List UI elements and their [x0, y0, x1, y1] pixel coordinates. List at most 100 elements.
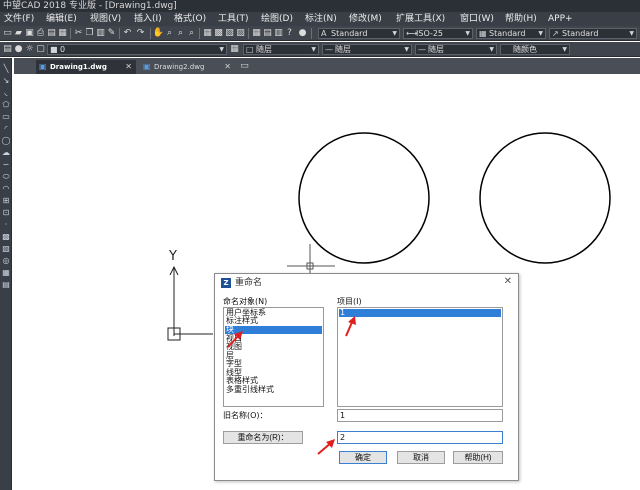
- multileader-style-combo[interactable]: ↗ Standard ▼: [549, 28, 637, 39]
- lineweight-value: 随层: [428, 45, 444, 54]
- help-button[interactable]: 帮助(H): [453, 451, 503, 464]
- save-icon[interactable]: ▣: [25, 28, 34, 38]
- menu-bar: 文件(F) 编辑(E) 视图(V) 插入(I) 格式(O) 工具(T) 绘图(D…: [0, 12, 640, 26]
- ellipse-arc-icon[interactable]: ◠: [1, 184, 11, 194]
- circle-entity-1[interactable]: [298, 132, 430, 264]
- menu-express[interactable]: 扩展工具(X): [396, 12, 445, 26]
- ok-button[interactable]: 确定: [339, 451, 387, 464]
- menu-app-plus[interactable]: APP+: [548, 12, 573, 26]
- cloud-icon[interactable]: ☁: [1, 148, 11, 158]
- color-combo[interactable]: □ 随层 ▼: [243, 44, 319, 55]
- menu-draw[interactable]: 绘图(D): [261, 12, 293, 26]
- list-item[interactable]: 标注样式: [225, 317, 322, 325]
- cancel-button[interactable]: 取消: [397, 451, 445, 464]
- help-icon[interactable]: ?: [285, 28, 294, 38]
- calculator-icon[interactable]: ▦: [252, 28, 261, 38]
- copy-icon[interactable]: ❐: [85, 28, 94, 38]
- region-icon[interactable]: ◎: [1, 256, 11, 266]
- close-icon[interactable]: ✕: [224, 60, 231, 74]
- rename-to-button[interactable]: 重命名为(R)：: [223, 431, 303, 444]
- menu-window[interactable]: 窗口(W): [460, 12, 494, 26]
- list-item-selected[interactable]: 1: [339, 309, 501, 317]
- menu-modify[interactable]: 修改(M): [349, 12, 382, 26]
- table-style-combo[interactable]: ▦ Standard ▼: [476, 28, 546, 39]
- circle-entity-2[interactable]: [479, 132, 611, 264]
- plot-style-combo[interactable]: 随颜色 ▼: [500, 44, 570, 55]
- print-icon[interactable]: ⎙: [36, 28, 45, 38]
- layer-value: 0: [60, 45, 66, 54]
- pan-icon[interactable]: ✋: [153, 28, 164, 38]
- point-icon[interactable]: ·: [1, 220, 11, 230]
- print-preview-icon[interactable]: ▤: [47, 28, 56, 38]
- named-objects-list[interactable]: 用户坐标系 标注样式 块 视口 视图 层 字型 线型 表格样式 多重引线样式: [223, 307, 324, 407]
- text-style-combo[interactable]: A Standard ▼: [318, 28, 400, 39]
- rectangle-icon[interactable]: ▭: [1, 112, 11, 122]
- zoom-previous-icon[interactable]: ⌕: [187, 28, 196, 38]
- spline-icon[interactable]: ∽: [1, 160, 11, 170]
- circle-icon[interactable]: ◯: [1, 136, 11, 146]
- tab-drawing1[interactable]: ▣ Drawing1.dwg ✕: [36, 60, 136, 74]
- layer-combo[interactable]: ■ 0 ▼: [47, 44, 227, 55]
- menu-edit[interactable]: 编辑(E): [46, 12, 77, 26]
- redo-icon[interactable]: ↷: [136, 28, 145, 38]
- layer-properties-icon[interactable]: ▤: [3, 44, 12, 54]
- tab-drawing2-label: Drawing2.dwg: [154, 63, 205, 71]
- layers-properties-toolbar: ▤ ● ☼ ▢ ■ 0 ▼ ▦ □ 随层 ▼ — 随层 ▼ — 随层 ▼ 随颜色…: [0, 42, 640, 57]
- tool-palettes-icon[interactable]: ▧: [225, 28, 234, 38]
- menu-dimension[interactable]: 标注(N): [305, 12, 337, 26]
- make-block-icon[interactable]: ⊡: [1, 208, 11, 218]
- close-icon[interactable]: ✕: [125, 60, 132, 74]
- zoom-realtime-icon[interactable]: ⌕: [165, 28, 174, 38]
- zoom-window-icon[interactable]: ⌕: [176, 28, 185, 38]
- paste-icon[interactable]: ▥: [96, 28, 105, 38]
- line-icon[interactable]: ╲: [1, 64, 11, 74]
- polyline-icon[interactable]: ↘: [1, 76, 11, 86]
- match-properties-icon[interactable]: ✎: [107, 28, 116, 38]
- menu-help[interactable]: 帮助(H): [505, 12, 537, 26]
- rename-to-input[interactable]: 2: [337, 431, 503, 444]
- app-logo-icon: Z: [221, 278, 231, 288]
- gradient-icon[interactable]: ▧: [1, 244, 11, 254]
- insert-block-icon[interactable]: ⊞: [1, 196, 11, 206]
- sheet-set-icon[interactable]: ▨: [236, 28, 245, 38]
- new-tab-icon[interactable]: ▭: [240, 61, 249, 71]
- lineweight-combo[interactable]: — 随层 ▼: [415, 44, 497, 55]
- properties-icon[interactable]: ▦: [203, 28, 212, 38]
- menu-insert[interactable]: 插入(I): [134, 12, 162, 26]
- named-objects-label: 命名对象(N): [223, 297, 268, 306]
- list-item[interactable]: 表格样式: [225, 377, 322, 385]
- arc-icon[interactable]: ◟: [1, 88, 11, 98]
- layer-manager-icon[interactable]: ▥: [274, 28, 283, 38]
- markup-icon[interactable]: ▤: [263, 28, 272, 38]
- hatch-icon[interactable]: ▩: [1, 232, 11, 242]
- linetype-combo[interactable]: — 随层 ▼: [322, 44, 412, 55]
- menu-format[interactable]: 格式(O): [174, 12, 206, 26]
- open-file-icon[interactable]: ▰: [14, 28, 23, 38]
- multileader-style-value: Standard: [562, 29, 599, 38]
- menu-file[interactable]: 文件(F): [4, 12, 34, 26]
- ellipse-icon[interactable]: ⬭: [1, 172, 11, 182]
- list-item[interactable]: 字型: [225, 360, 322, 368]
- list-item-selected[interactable]: 块: [225, 326, 322, 334]
- design-center-icon[interactable]: ▩: [214, 28, 223, 38]
- items-list[interactable]: 1: [337, 307, 503, 407]
- dim-style-combo[interactable]: ⟷ ISO-25 ▼: [403, 28, 473, 39]
- menu-tools[interactable]: 工具(T): [218, 12, 249, 26]
- menu-view[interactable]: 视图(V): [90, 12, 121, 26]
- list-item[interactable]: 多重引线样式: [225, 386, 322, 394]
- polygon-icon[interactable]: ⬠: [1, 100, 11, 110]
- arc-3pt-icon[interactable]: ◜: [1, 124, 11, 134]
- dialog-title-bar[interactable]: Z 重命名 ✕: [215, 274, 518, 292]
- cut-icon[interactable]: ✂: [74, 28, 83, 38]
- tab-drawing2[interactable]: ▣ Drawing2.dwg ✕: [140, 60, 235, 74]
- list-item[interactable]: 视图: [225, 343, 322, 351]
- close-icon[interactable]: ✕: [504, 276, 512, 288]
- undo-icon[interactable]: ↶: [123, 28, 132, 38]
- globe-icon[interactable]: ●: [298, 28, 307, 38]
- toolbar-separator: [248, 28, 249, 39]
- new-file-icon[interactable]: ▭: [3, 28, 12, 38]
- table-icon[interactable]: ▦: [1, 268, 11, 278]
- publish-icon[interactable]: ▦: [58, 28, 67, 38]
- make-current-layer-icon[interactable]: ▦: [230, 44, 239, 54]
- mtext-icon[interactable]: ▤: [1, 280, 11, 290]
